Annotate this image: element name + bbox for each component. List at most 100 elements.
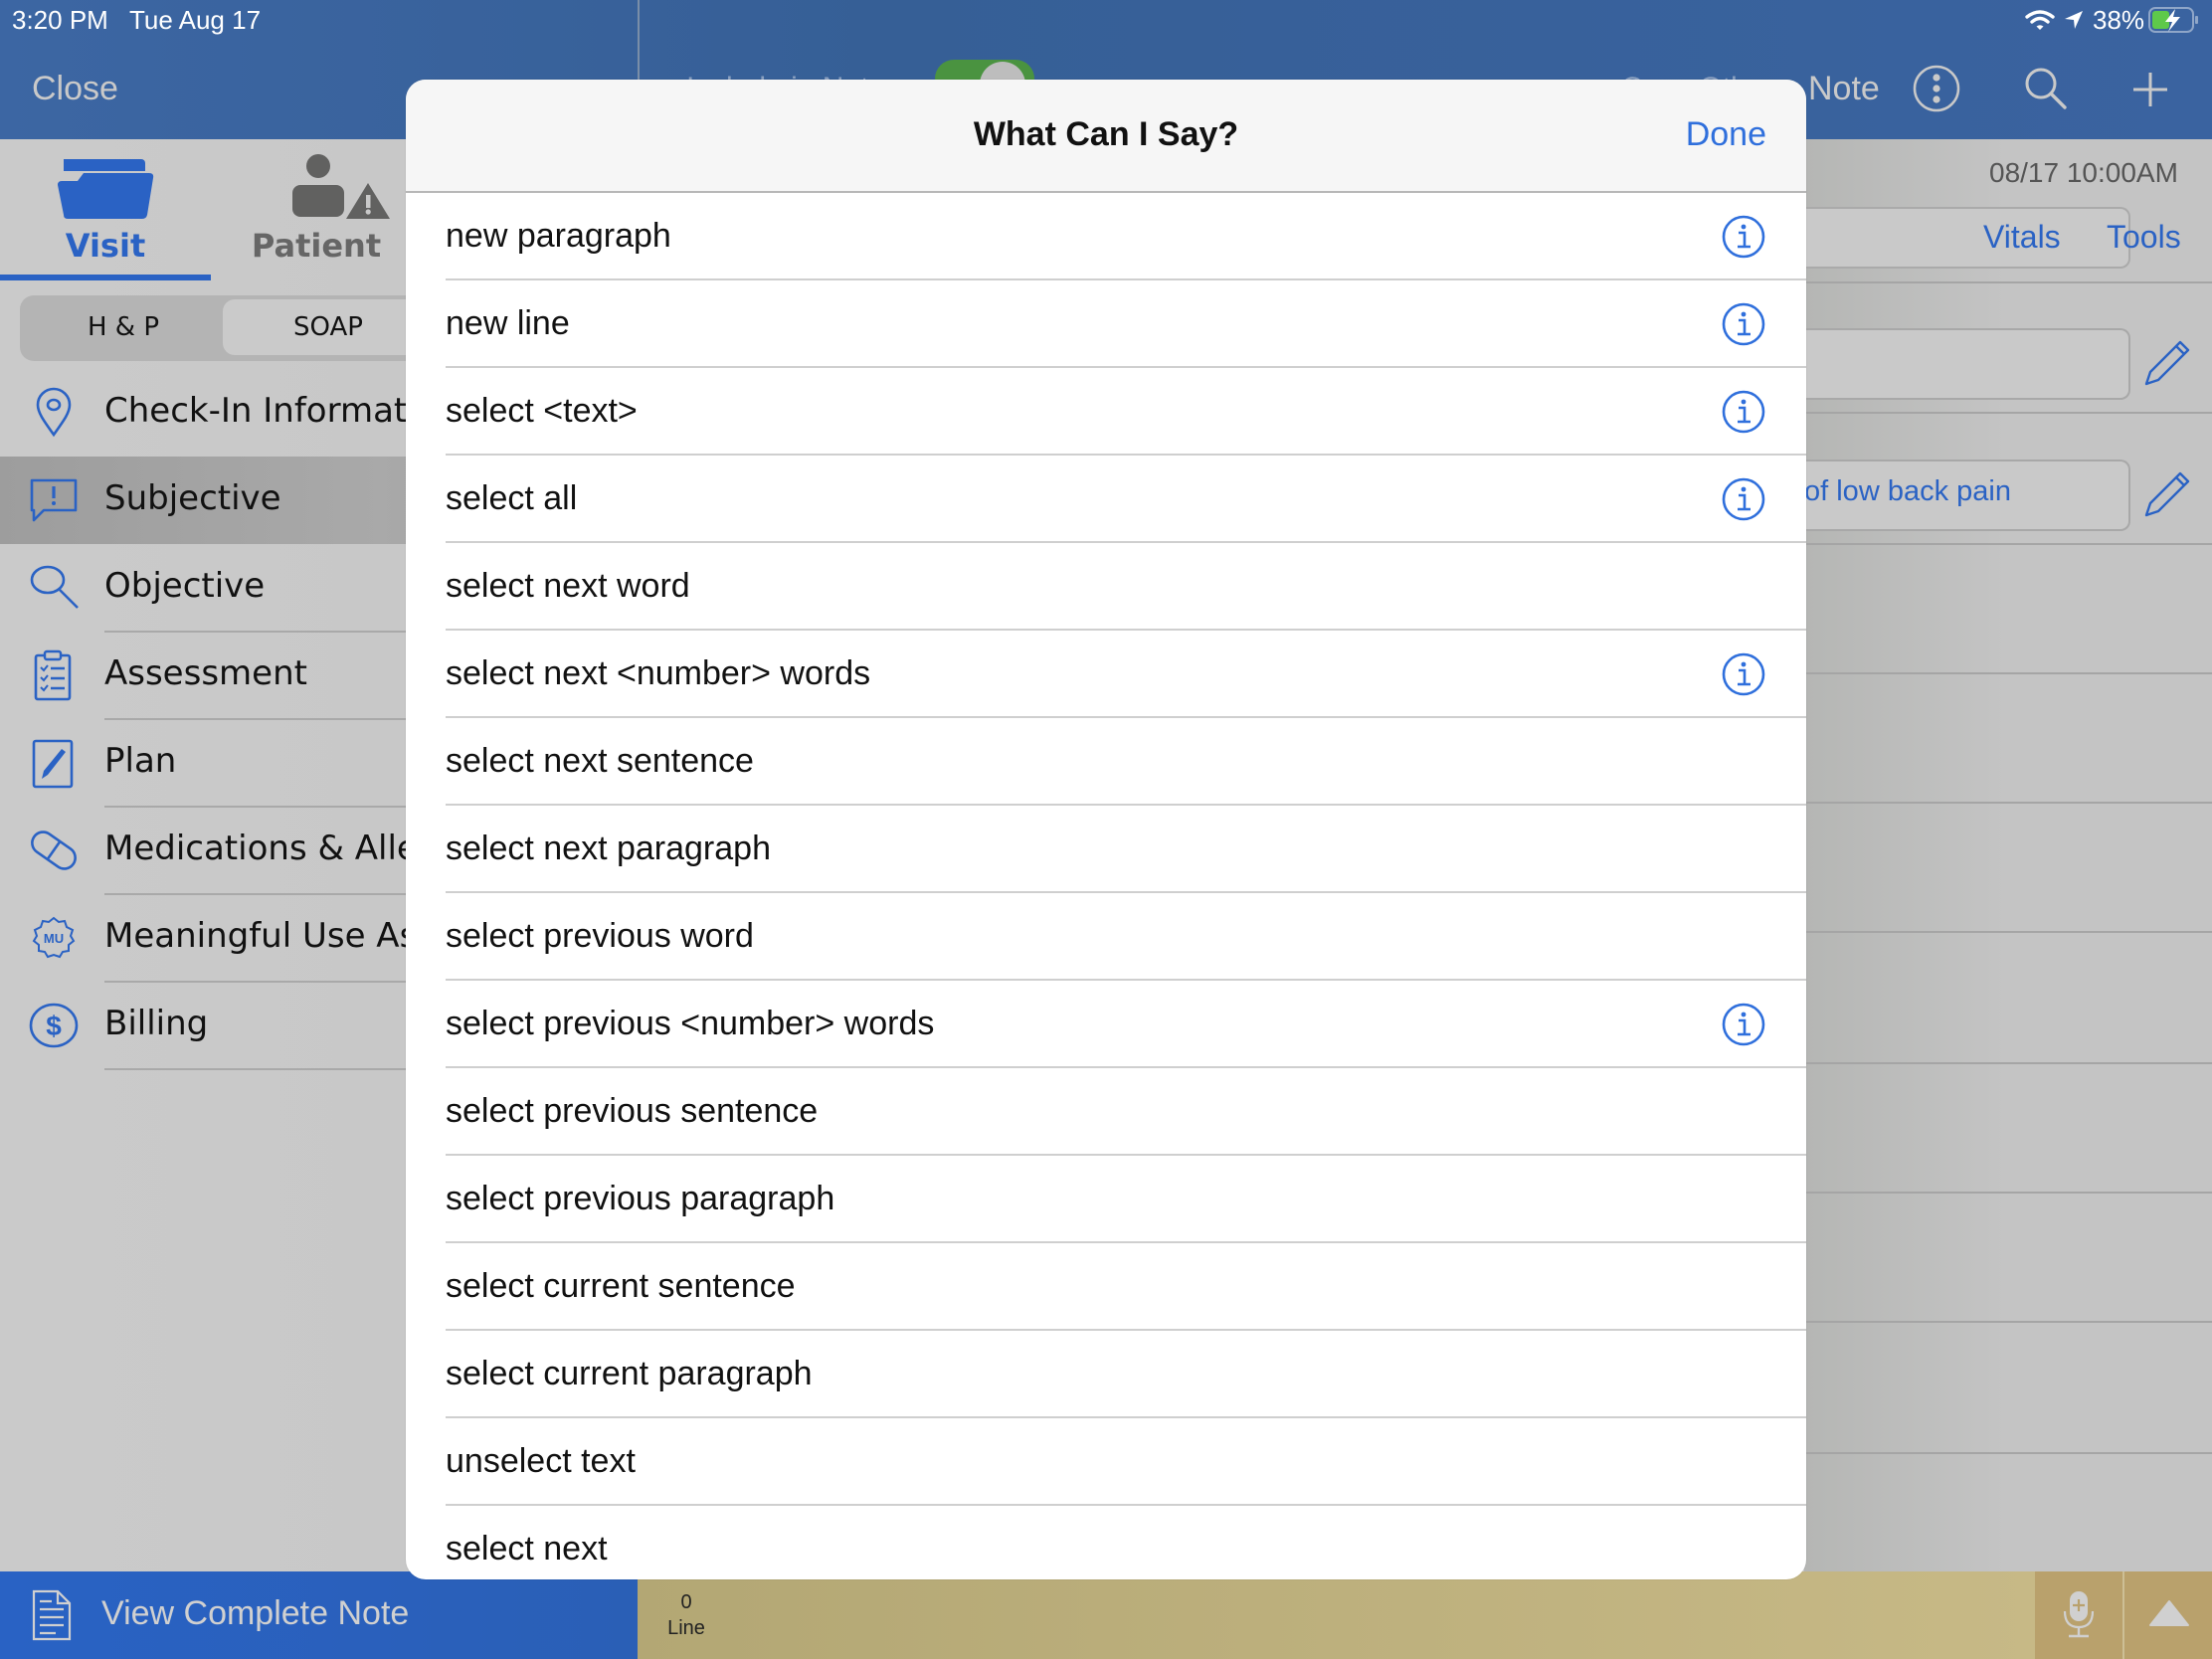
- sidebar-item-label: Assessment: [104, 653, 307, 693]
- info-icon[interactable]: [1721, 651, 1766, 697]
- pill-icon: [31, 830, 77, 870]
- voice-command-row: unselect text: [406, 1418, 1806, 1506]
- chief-complaint-text: of low back pain: [1804, 475, 2011, 507]
- copy-other-note-button[interactable]: Note: [1808, 70, 1880, 108]
- divider: [1804, 931, 2212, 933]
- voice-command-text: select current sentence: [446, 1267, 796, 1305]
- voice-command-row: select next paragraph: [406, 806, 1806, 893]
- info-icon[interactable]: [1721, 1002, 1766, 1047]
- segment-soap[interactable]: SOAP: [223, 299, 434, 355]
- location-arrow-icon: [2065, 11, 2083, 29]
- divider: [1804, 1321, 2212, 1323]
- plus-icon[interactable]: [2130, 70, 2170, 109]
- vitals-button[interactable]: Vitals: [1983, 219, 2061, 256]
- voice-command-text: select next <number> words: [446, 654, 871, 692]
- add-dictation-button[interactable]: [2035, 1571, 2122, 1659]
- voice-command-row: select next: [406, 1506, 1806, 1579]
- info-icon[interactable]: [1721, 476, 1766, 522]
- sidebar-item-label: Billing: [104, 1004, 209, 1043]
- tab-visit[interactable]: Visit: [0, 139, 211, 280]
- line-counter: 0 Line: [656, 1589, 716, 1641]
- voice-command-text: select next: [446, 1530, 608, 1567]
- edit-pencil-icon[interactable]: [2140, 336, 2192, 388]
- dialog-title: What Can I Say?: [973, 115, 1239, 153]
- svg-text:MU: MU: [44, 931, 64, 946]
- info-icon[interactable]: [1721, 214, 1766, 260]
- mu-badge-icon: MU: [32, 916, 76, 959]
- status-time: 3:20 PM: [12, 5, 108, 35]
- line-count-value: 0: [680, 1591, 692, 1613]
- voice-command-text: select previous paragraph: [446, 1180, 835, 1217]
- search-icon[interactable]: [2023, 66, 2069, 111]
- clipboard-checklist-icon: [34, 649, 72, 701]
- voice-command-row: select next word: [406, 543, 1806, 631]
- triangle-up-icon: [2149, 1600, 2189, 1626]
- voice-command-text: unselect text: [446, 1442, 636, 1480]
- divider: [1804, 1062, 2212, 1064]
- voice-command-row: select previous sentence: [406, 1068, 1806, 1156]
- voice-command-row: select current paragraph: [406, 1331, 1806, 1418]
- visit-datetime: 08/17 10:00AM: [1989, 157, 2178, 188]
- view-complete-note-label: View Complete Note: [101, 1594, 410, 1632]
- voice-command-row: select previous word: [406, 893, 1806, 981]
- voice-command-row: select all: [406, 456, 1806, 543]
- done-button[interactable]: Done: [1686, 115, 1766, 154]
- divider: [1804, 281, 2212, 283]
- voice-command-text: select all: [446, 479, 578, 517]
- info-icon[interactable]: [1721, 389, 1766, 435]
- voice-command-row: select next <number> words: [406, 631, 1806, 718]
- sidebar-item-label: Plan: [104, 741, 177, 781]
- expand-toolbar-button[interactable]: [2124, 1571, 2212, 1659]
- sidebar-item-label: Objective: [104, 566, 266, 606]
- voice-command-row: select next sentence: [406, 718, 1806, 806]
- subjective-field-1[interactable]: [1804, 328, 2130, 400]
- battery-percent: 38%: [2093, 5, 2145, 35]
- document-icon: [32, 1589, 72, 1641]
- microphone-plus-icon: [2063, 1591, 2095, 1638]
- divider: [1804, 412, 2212, 414]
- search-field[interactable]: [1804, 207, 2130, 269]
- divider: [1804, 1452, 2212, 1454]
- voice-command-row: select current sentence: [406, 1243, 1806, 1331]
- edit-pencil-icon[interactable]: [2140, 467, 2192, 519]
- voice-command-text: new line: [446, 304, 570, 342]
- voice-command-text: select <text>: [446, 392, 638, 430]
- info-icon[interactable]: [1721, 301, 1766, 347]
- voice-command-list[interactable]: new paragraph new line select <text> sel…: [406, 193, 1806, 1579]
- voice-command-text: select previous word: [446, 917, 754, 955]
- voice-command-text: new paragraph: [446, 217, 671, 255]
- battery-charging-icon: [2148, 7, 2198, 33]
- voice-command-text: select next word: [446, 567, 690, 605]
- active-tab-indicator: [0, 275, 211, 280]
- tab-patient[interactable]: Patient: [211, 139, 422, 280]
- voice-command-text: select current paragraph: [446, 1355, 813, 1392]
- voice-command-row: select previous paragraph: [406, 1156, 1806, 1243]
- divider: [1804, 543, 2212, 545]
- dictation-bar: [638, 1571, 2035, 1659]
- sidebar-item-label: Subjective: [104, 478, 281, 518]
- location-pin-icon: [36, 387, 72, 438]
- tools-button[interactable]: Tools: [2107, 219, 2181, 256]
- voice-command-row: new line: [406, 280, 1806, 368]
- divider: [1804, 802, 2212, 804]
- line-count-label: Line: [667, 1617, 705, 1639]
- voice-command-text: select next paragraph: [446, 830, 771, 867]
- dialog-header: What Can I Say? Done: [406, 80, 1806, 193]
- tab-visit-label: Visit: [65, 227, 146, 265]
- voice-command-row: new paragraph: [406, 193, 1806, 280]
- voice-command-row: select previous <number> words: [406, 981, 1806, 1068]
- svg-text:$: $: [46, 1011, 62, 1041]
- more-vertical-icon[interactable]: [1912, 64, 1961, 113]
- subjective-field-2[interactable]: of low back pain: [1804, 460, 2130, 531]
- voice-command-text: select previous sentence: [446, 1092, 819, 1130]
- voice-command-row: select <text>: [406, 368, 1806, 456]
- what-can-i-say-dialog: What Can I Say? Done new paragraph new l…: [406, 80, 1806, 1579]
- pen-icon: [32, 739, 74, 789]
- close-button[interactable]: Close: [32, 70, 118, 108]
- voice-command-text: select previous <number> words: [446, 1005, 935, 1042]
- speech-bubble-alert-icon: [30, 478, 78, 522]
- segment-h-and-p[interactable]: H & P: [24, 299, 223, 355]
- dollar-circle-icon: $: [29, 1003, 79, 1048]
- voice-command-text: select next sentence: [446, 742, 754, 780]
- patient-alert-icon: [292, 154, 390, 219]
